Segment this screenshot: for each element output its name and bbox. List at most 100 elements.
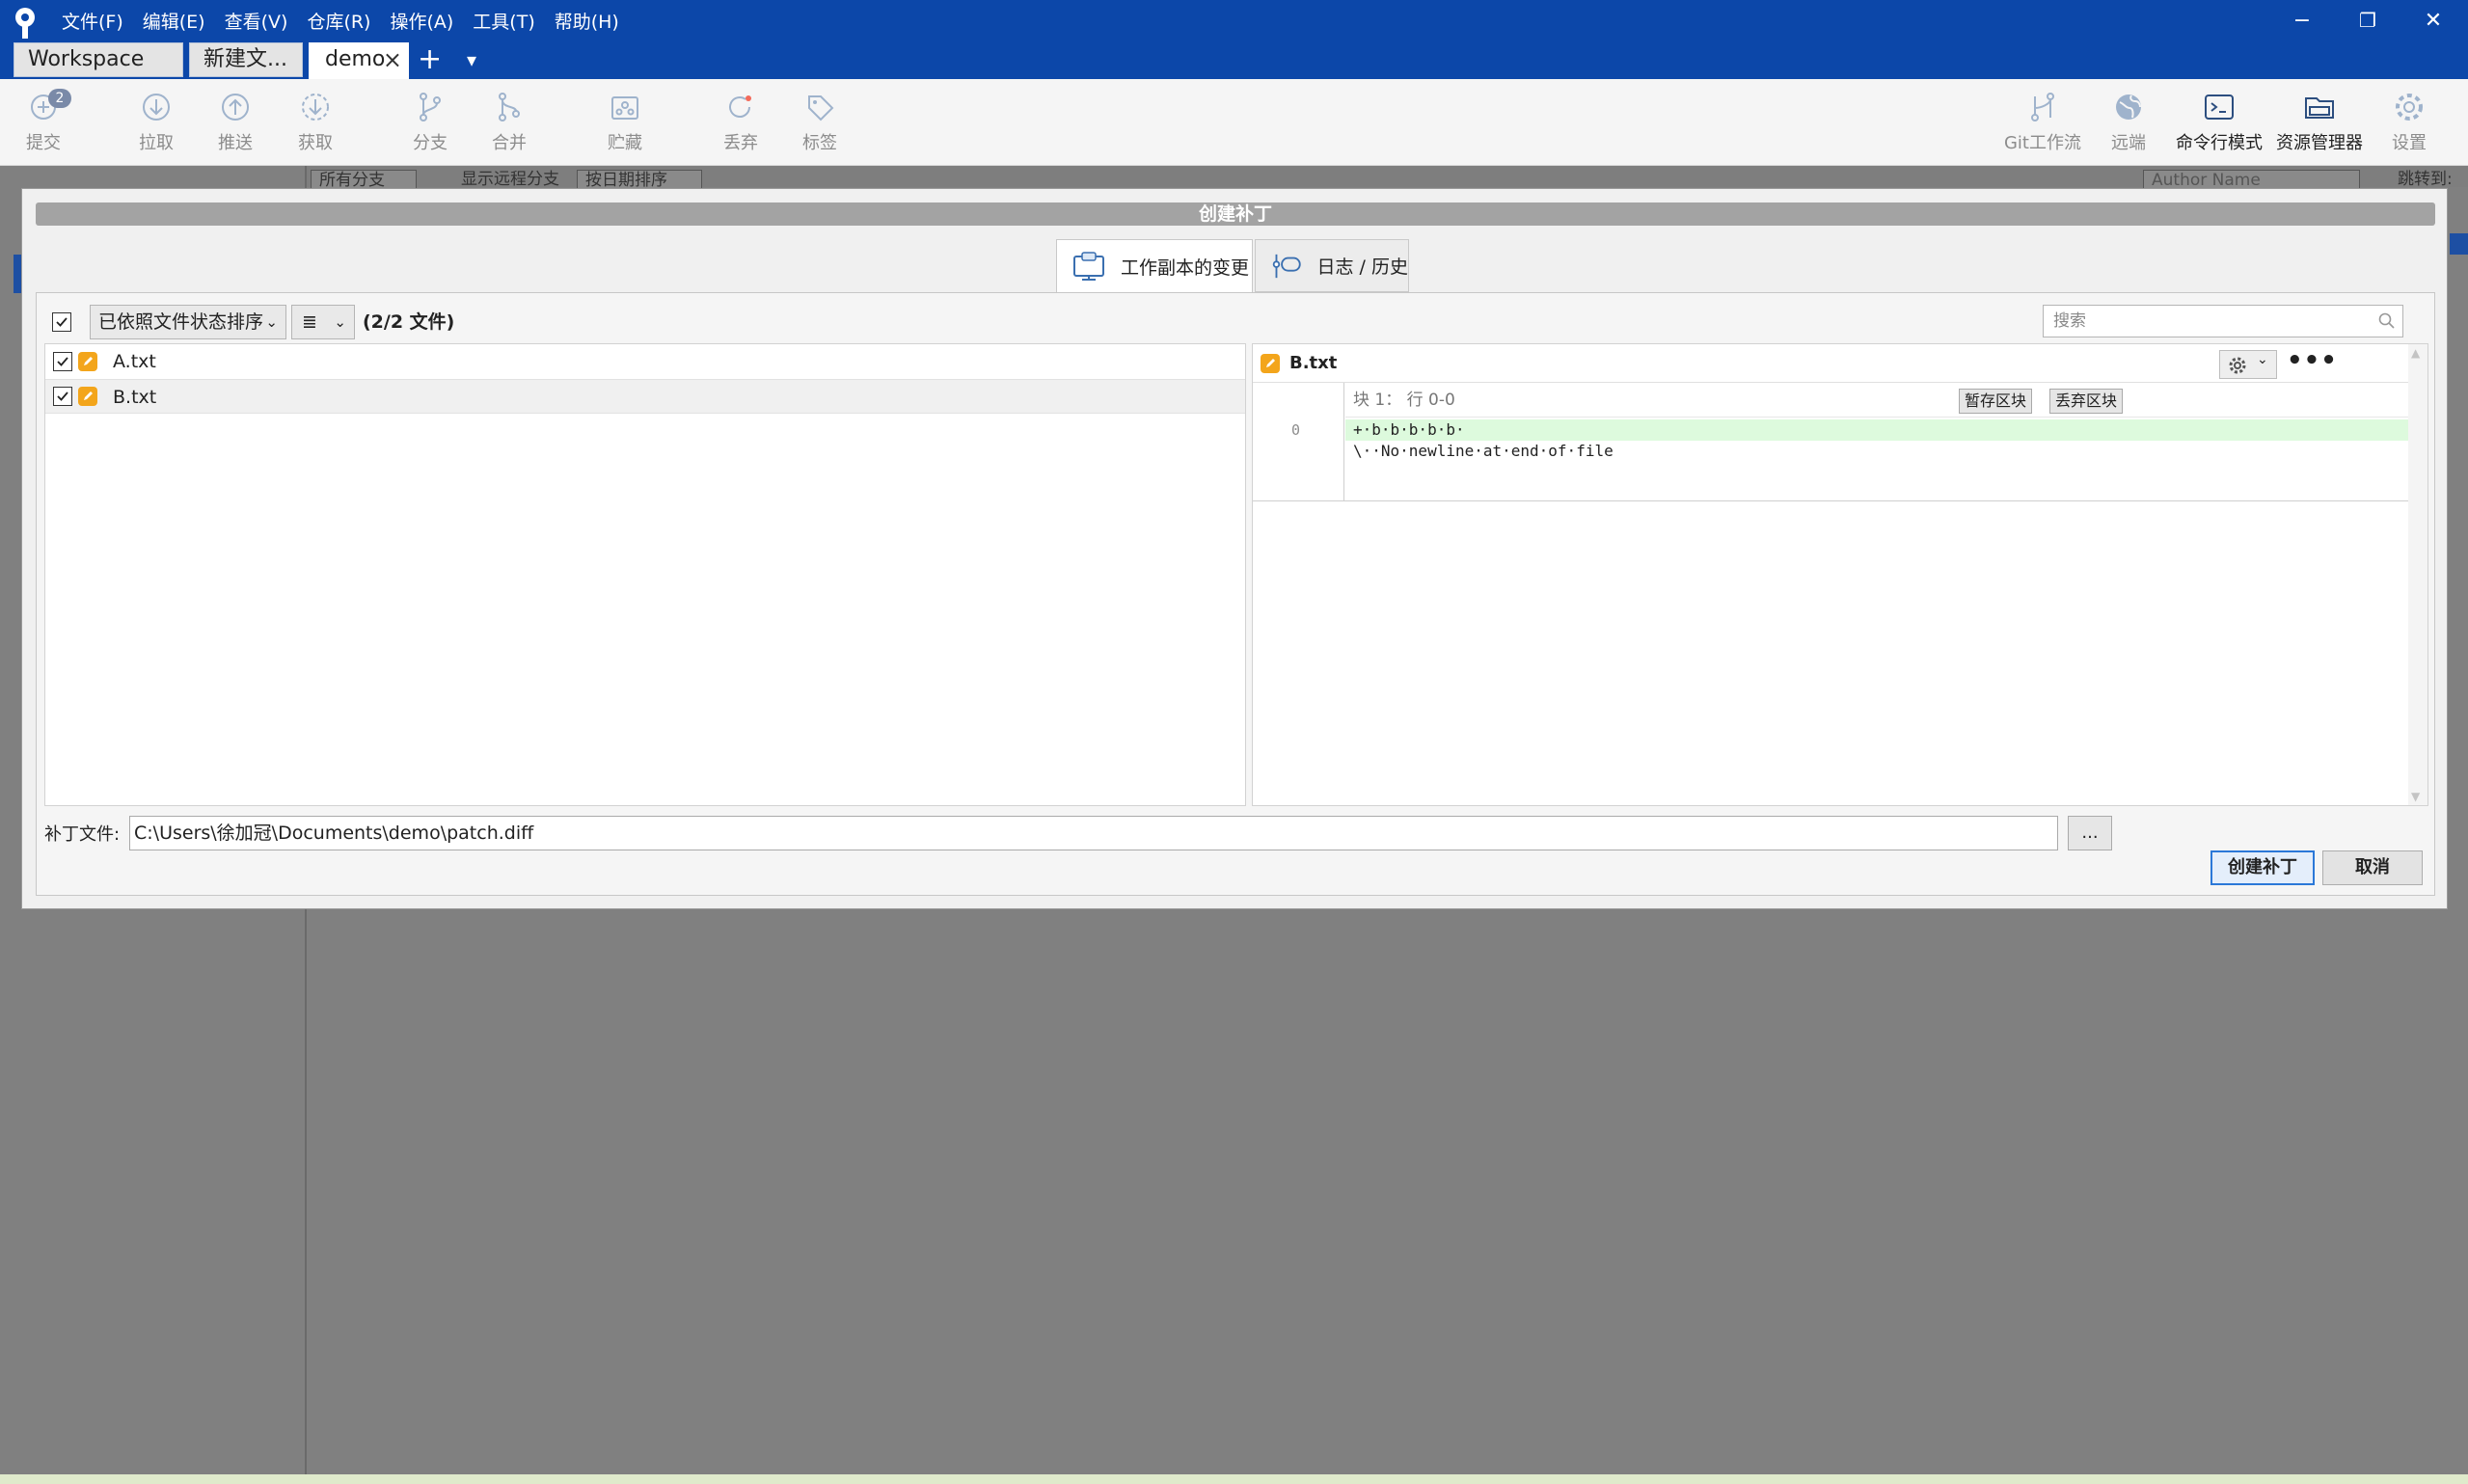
terminal-icon	[2205, 94, 2234, 120]
menu-tools[interactable]: 工具(T)	[463, 6, 544, 35]
globe-icon	[2116, 94, 2141, 120]
tag-button[interactable]: 标签	[776, 89, 863, 162]
dialog-title: 创建补丁	[36, 202, 2435, 226]
close-window-button[interactable]: ✕	[2400, 0, 2467, 40]
status-bar	[0, 1474, 2468, 1484]
title-bar: 文件(F) 编辑(E) 查看(V) 仓库(R) 操作(A) 工具(T) 帮助(H…	[0, 0, 2468, 79]
patch-file-label: 补丁文件:	[44, 824, 121, 845]
stash-icon	[611, 96, 638, 120]
settings-label: 设置	[2392, 133, 2427, 153]
fetch-label: 获取	[298, 133, 333, 153]
commit-count-badge: 2	[48, 89, 71, 108]
tab-working-copy-changes[interactable]: 工作副本的变更	[1056, 239, 1253, 294]
search-icon	[2378, 312, 2395, 329]
diff-panel: B.txt ⌄ ••• 块 1： 行 0-0 暂存区块 丢弃区块 0 +·b·b…	[1252, 343, 2428, 806]
merge-button[interactable]: 合并	[466, 89, 553, 162]
tab-label: Workspace	[28, 47, 145, 71]
chevron-down-icon: ⌄	[2257, 352, 2268, 367]
settings-button[interactable]: 设置	[2366, 89, 2453, 162]
check-icon	[57, 391, 68, 401]
sort-order-dropdown[interactable]: 已依照文件状态排序 ⌄	[90, 305, 286, 339]
menu-edit[interactable]: 编辑(E)	[133, 6, 215, 35]
modified-icon	[78, 352, 97, 371]
push-button[interactable]: 推送	[192, 89, 279, 162]
tab-list-dropdown[interactable]: ▾	[467, 42, 476, 77]
tab-workspace[interactable]: Workspace	[14, 42, 183, 77]
remote-button[interactable]: 远端	[2085, 89, 2172, 162]
file-list: A.txt B.txt	[44, 343, 1246, 806]
file-checkbox[interactable]	[53, 387, 72, 406]
file-name: A.txt	[113, 351, 156, 372]
file-checkbox[interactable]	[53, 352, 72, 371]
discard-hunk-button[interactable]: 丢弃区块	[2049, 389, 2124, 414]
gitflow-label: Git工作流	[2003, 133, 2081, 153]
select-all-checkbox[interactable]	[52, 312, 71, 332]
create-patch-dialog: 创建补丁 工作副本的变更 日志 / 历史 已依照文件状态排序 ⌄ ≣ ⌄ (2/…	[21, 188, 2448, 909]
menu-view[interactable]: 查看(V)	[215, 6, 298, 35]
discard-button[interactable]: 丢弃	[697, 89, 784, 162]
view-mode-dropdown[interactable]: ≣ ⌄	[291, 305, 355, 339]
commit-button[interactable]: 2 提交	[0, 89, 87, 162]
tab-log-history[interactable]: 日志 / 历史	[1255, 239, 1409, 292]
tab-close-icon[interactable]: ×	[383, 43, 402, 76]
diff-scrollbar[interactable]: ▲ ▼	[2408, 344, 2427, 805]
scroll-down-icon[interactable]: ▼	[2411, 790, 2420, 803]
browse-button[interactable]: ...	[2068, 816, 2112, 850]
menu-actions[interactable]: 操作(A)	[380, 6, 463, 35]
dashed-arrow-down-circle-icon	[302, 94, 329, 121]
menu-file[interactable]: 文件(F)	[52, 6, 133, 35]
tag-label: 标签	[802, 133, 837, 153]
chevron-down-icon: ⌄	[334, 313, 346, 331]
create-patch-button[interactable]: 创建补丁	[2210, 850, 2315, 885]
stage-hunk-button[interactable]: 暂存区块	[1959, 389, 2033, 414]
arrow-down-circle-icon	[143, 94, 170, 121]
discard-label: 丢弃	[723, 133, 758, 153]
minimize-button[interactable]: −	[2268, 0, 2336, 40]
log-selection	[2450, 233, 2468, 255]
file-row[interactable]: A.txt	[45, 344, 1245, 379]
modified-icon	[78, 387, 97, 406]
add-tab-button[interactable]: +	[418, 42, 442, 77]
pull-button[interactable]: 拉取	[113, 89, 200, 162]
explorer-button[interactable]: 资源管理器	[2271, 89, 2368, 162]
file-row[interactable]: B.txt	[45, 379, 1245, 414]
branch-icon	[420, 93, 441, 121]
tab-label: 新建文...	[203, 47, 287, 71]
restore-button[interactable]: ❐	[2334, 0, 2401, 40]
terminal-button[interactable]: 命令行模式	[2170, 89, 2268, 162]
tab-demo[interactable]: demo ×	[309, 42, 409, 79]
tab-new[interactable]: 新建文...	[189, 42, 303, 77]
fetch-button[interactable]: 获取	[272, 89, 359, 162]
gear-icon	[2229, 357, 2246, 374]
hunk-separator	[1253, 500, 2408, 501]
folder-icon	[2305, 97, 2334, 119]
menu-repository[interactable]: 仓库(R)	[297, 6, 380, 35]
gitflow-button[interactable]: Git工作流	[1996, 89, 2089, 162]
stash-button[interactable]: 贮藏	[582, 89, 668, 162]
check-icon	[57, 357, 68, 366]
gear-icon	[2396, 94, 2423, 121]
arrow-up-circle-icon	[222, 94, 249, 121]
list-view-icon: ≣	[302, 311, 317, 333]
hunk-header: 块 1： 行 0-0 暂存区块 丢弃区块	[1345, 383, 2408, 418]
diff-options-dropdown[interactable]: ⌄	[2219, 350, 2277, 379]
hunk-title: 块 1： 行 0-0	[1353, 391, 1455, 410]
menu-help[interactable]: 帮助(H)	[545, 6, 629, 35]
tab-label: 日志 / 历史	[1316, 256, 1408, 278]
commit-label: 提交	[26, 133, 61, 153]
branch-button[interactable]: 分支	[387, 89, 474, 162]
patch-file-path-input[interactable]: C:\Users\徐加冠\Documents\demo\patch.diff	[129, 816, 2058, 850]
file-name: B.txt	[113, 387, 157, 408]
search-input[interactable]: 搜索	[2043, 305, 2403, 337]
sort-order-label: 已依照文件状态排序	[98, 311, 264, 333]
stash-label: 贮藏	[608, 133, 642, 153]
terminal-label: 命令行模式	[2176, 133, 2263, 153]
pull-label: 拉取	[139, 133, 174, 153]
menu-bar: 文件(F) 编辑(E) 查看(V) 仓库(R) 操作(A) 工具(T) 帮助(H…	[52, 6, 629, 35]
remote-label: 远端	[2111, 133, 2146, 153]
scroll-up-icon[interactable]: ▲	[2411, 346, 2420, 360]
more-options-icon[interactable]: •••	[2287, 346, 2338, 375]
diff-header: B.txt ⌄ •••	[1253, 344, 2427, 383]
cancel-button[interactable]: 取消	[2322, 850, 2423, 885]
app-logo-icon[interactable]	[12, 6, 41, 40]
